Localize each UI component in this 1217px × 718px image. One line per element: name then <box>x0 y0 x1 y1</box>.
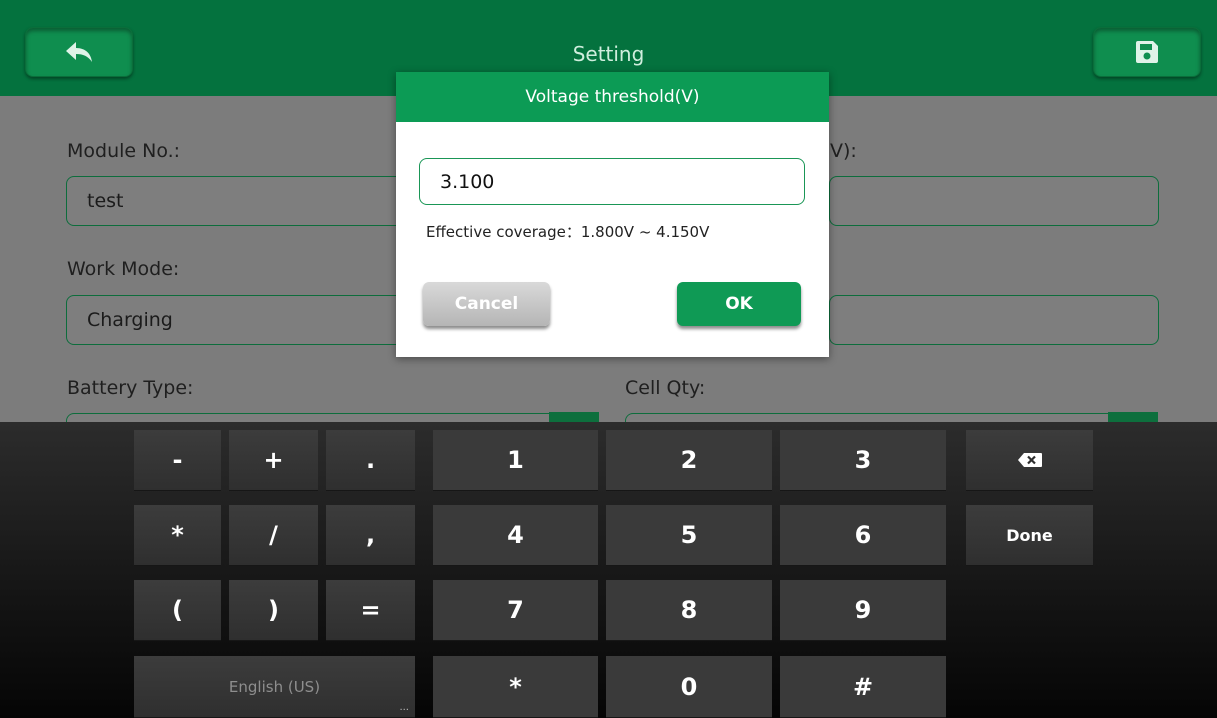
backspace-icon <box>1017 453 1042 467</box>
key-2[interactable]: 2 <box>606 430 772 491</box>
language-key[interactable]: English (US) ... <box>134 656 415 718</box>
save-button[interactable] <box>1093 27 1201 77</box>
key-minus[interactable]: - <box>134 430 221 491</box>
key-slash[interactable]: / <box>229 505 318 566</box>
module-no-field[interactable]: test <box>66 176 406 226</box>
key-comma[interactable]: , <box>326 505 415 566</box>
key-5[interactable]: 5 <box>606 505 772 566</box>
work-mode-field[interactable]: Charging <box>66 295 406 345</box>
battery-type-label: Battery Type: <box>67 377 194 399</box>
key-hash[interactable]: # <box>780 656 946 718</box>
voltage-threshold-dialog: Voltage threshold(V) Effective coverage：… <box>396 72 829 357</box>
module-no-label: Module No.: <box>67 140 181 162</box>
floppy-save-icon <box>1136 41 1158 63</box>
voltage-threshold-input[interactable] <box>419 158 805 205</box>
key-7[interactable]: 7 <box>433 580 598 641</box>
key-6[interactable]: 6 <box>780 505 946 566</box>
work-mode-label: Work Mode: <box>67 258 180 280</box>
page-title: Setting <box>572 42 645 66</box>
key-plus[interactable]: + <box>229 430 318 491</box>
backspace-key[interactable] <box>966 430 1093 491</box>
key-8[interactable]: 8 <box>606 580 772 641</box>
language-more-icon: ... <box>399 702 409 713</box>
work-mode-value: Charging <box>87 309 173 331</box>
key-4[interactable]: 4 <box>433 505 598 566</box>
key-0[interactable]: 0 <box>606 656 772 718</box>
key-period[interactable]: . <box>326 430 415 491</box>
key-star[interactable]: * <box>433 656 598 718</box>
cancel-button[interactable]: Cancel <box>423 282 550 326</box>
ok-button[interactable]: OK <box>677 282 801 326</box>
done-key[interactable]: Done <box>966 505 1093 566</box>
key-open-paren[interactable]: ( <box>134 580 221 641</box>
threshold-field[interactable] <box>829 176 1159 226</box>
key-9[interactable]: 9 <box>780 580 946 641</box>
numeric-keyboard: - + . 1 2 3 * / , 4 5 6 Done ( ) = 7 8 9… <box>0 422 1217 718</box>
threshold-label-partial: V): <box>830 140 857 162</box>
right-field-2[interactable] <box>829 295 1159 345</box>
key-3[interactable]: 3 <box>780 430 946 491</box>
battery-type-dropdown-button[interactable] <box>549 412 599 422</box>
effective-coverage-text: Effective coverage：1.800V ~ 4.150V <box>426 223 710 241</box>
dialog-title: Voltage threshold(V) <box>396 72 829 122</box>
key-asterisk[interactable]: * <box>134 505 221 566</box>
key-close-paren[interactable]: ) <box>229 580 318 641</box>
screen: Setting Module No.: V): test Work Mode: … <box>0 0 1217 718</box>
cell-qty-dropdown-button[interactable] <box>1108 412 1158 422</box>
cell-qty-label: Cell Qty: <box>625 377 706 399</box>
key-1[interactable]: 1 <box>433 430 598 491</box>
key-equals[interactable]: = <box>326 580 415 641</box>
module-no-value: test <box>87 190 124 212</box>
language-label: English (US) <box>228 677 321 696</box>
